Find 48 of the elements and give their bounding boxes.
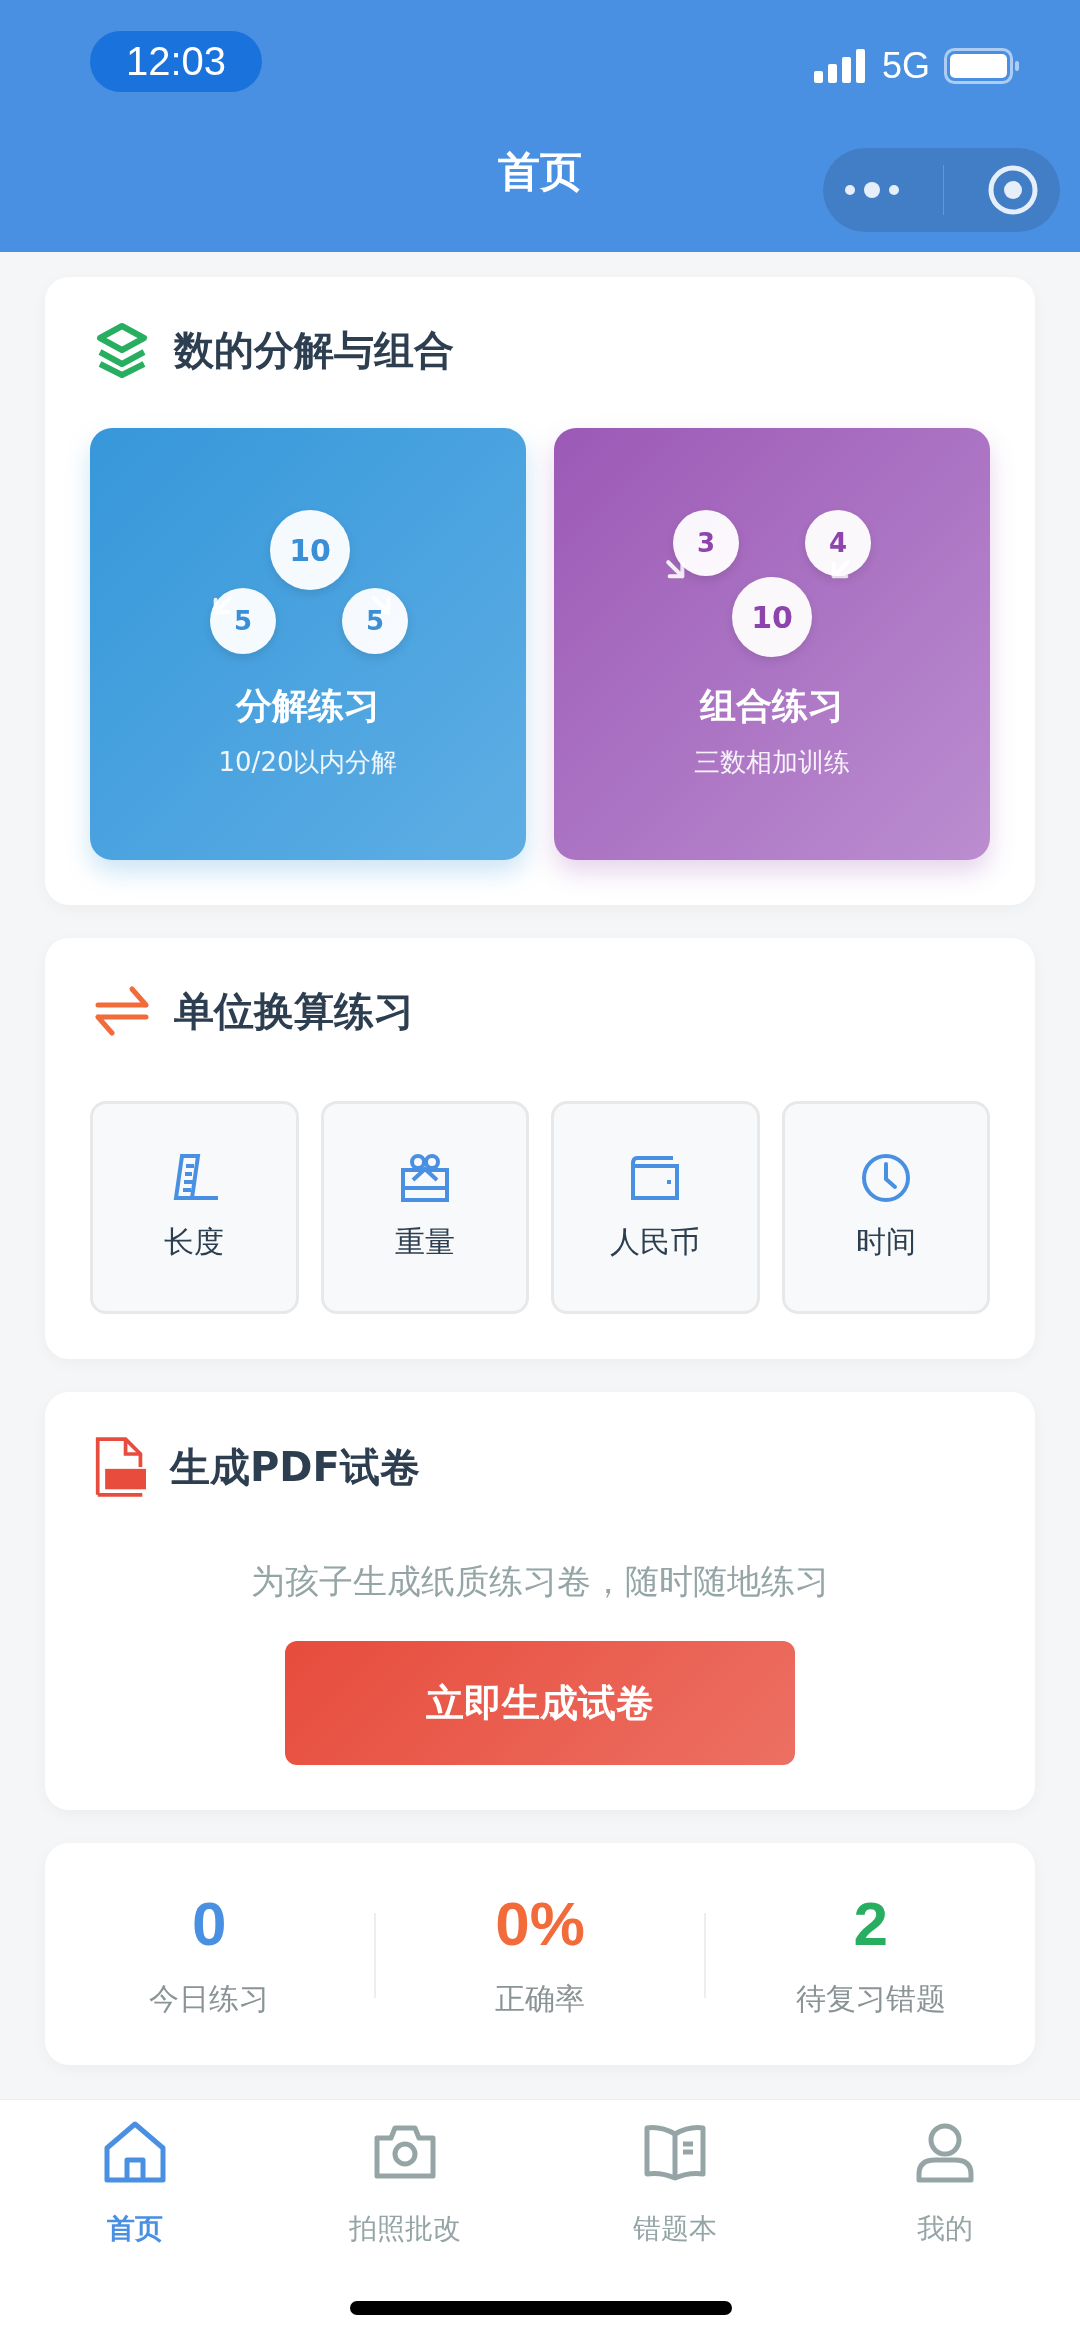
unit-tile[interactable]: 人民币: [551, 1101, 760, 1314]
network-label: 5G: [881, 45, 930, 87]
section-title: 单位换算练习: [174, 986, 414, 1036]
more-icon[interactable]: [844, 180, 901, 200]
clock-icon: [859, 1152, 912, 1204]
generate-button[interactable]: 立即生成试卷: [285, 1641, 795, 1765]
number-circle: 5: [210, 588, 276, 654]
unit-tile[interactable]: 长度: [90, 1101, 299, 1314]
section-title: 生成PDF试卷: [170, 1442, 420, 1492]
close-icon[interactable]: [986, 164, 1039, 216]
card-subtitle: 10/20以内分解: [218, 746, 398, 779]
unit-label: 重量: [394, 1223, 455, 1261]
pdf-file-icon: [94, 1437, 146, 1497]
number-circle: 5: [342, 588, 408, 654]
stat-label: 正确率: [495, 1980, 585, 2018]
section-title: 数的分解与组合: [174, 325, 454, 375]
description-text: 为孩子生成纸质练习卷，随时随地练习: [250, 1560, 830, 1603]
unit-label: 时间: [855, 1223, 916, 1261]
tab-item[interactable]: 拍照批改: [285, 2120, 525, 2248]
stat-label: 今日练习: [149, 1980, 270, 2018]
number-circle: 10: [270, 510, 350, 590]
page-title: 首页: [498, 146, 582, 198]
stat-value: 0: [192, 1888, 227, 1959]
practice-card[interactable]: 10 5 5 分解练习 10/20以内分解: [90, 428, 526, 860]
unit-tile[interactable]: 时间: [781, 1101, 990, 1314]
number-circle: 10: [732, 577, 812, 657]
home-icon: [103, 2120, 167, 2184]
card-title: 组合练习: [700, 684, 844, 728]
battery-icon: [944, 48, 1020, 84]
gift-icon: [398, 1152, 451, 1204]
swap-icon: [94, 983, 150, 1039]
signal-icon: [813, 49, 868, 83]
unit-label: 人民币: [610, 1223, 701, 1261]
status-time: 12:03: [90, 30, 263, 92]
stat-label: 待复习错题: [795, 1980, 946, 2018]
stat-value: 2: [853, 1888, 888, 1959]
tab-item[interactable]: 我的: [825, 2120, 1065, 2248]
unit-tile[interactable]: 重量: [320, 1101, 529, 1314]
tab-item[interactable]: 首页: [15, 2120, 255, 2248]
layers-icon: [94, 322, 150, 378]
unit-label: 长度: [164, 1223, 225, 1261]
number-circle: 3: [673, 510, 739, 576]
tab-item[interactable]: 错题本: [555, 2120, 795, 2248]
practice-card[interactable]: 3 4 10 组合练习 三数相加训练: [554, 428, 990, 860]
stat-value: 0%: [495, 1888, 585, 1959]
card-subtitle: 三数相加训练: [694, 746, 850, 779]
number-circle: 4: [805, 510, 871, 576]
card-title: 分解练习: [236, 684, 380, 728]
